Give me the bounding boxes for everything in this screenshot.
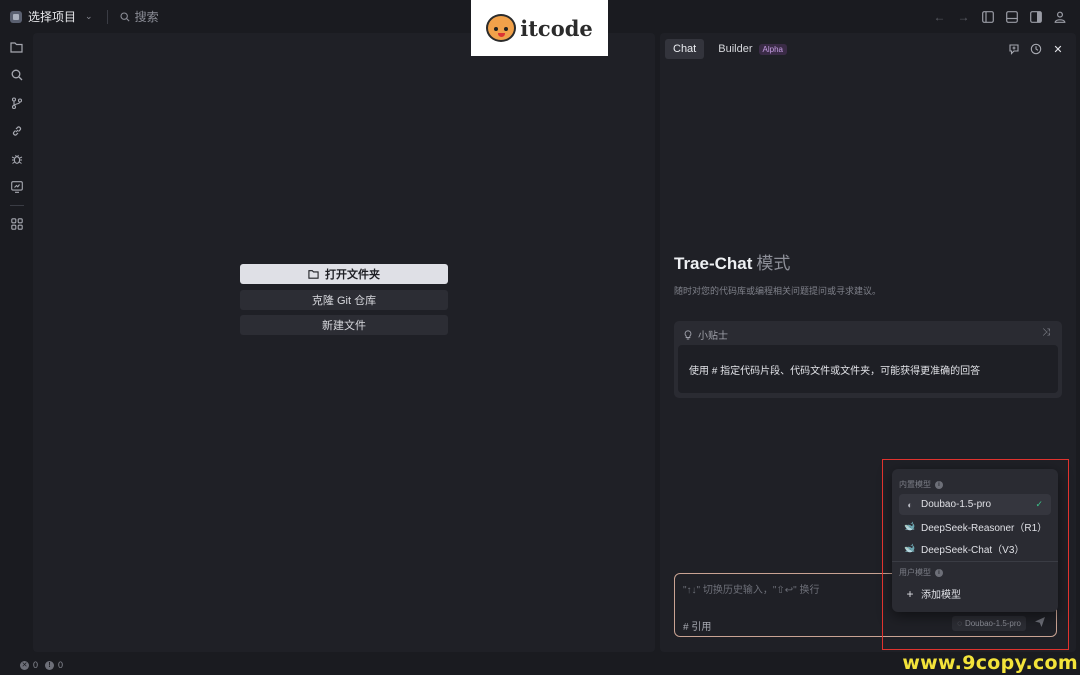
- arrow-back-icon[interactable]: ←: [933, 10, 946, 24]
- logo-text: itcode: [520, 15, 593, 41]
- warning-icon[interactable]: !: [45, 660, 55, 670]
- source-control-icon[interactable]: [0, 89, 33, 117]
- link-icon[interactable]: [0, 117, 33, 145]
- shuffle-icon[interactable]: ⤨: [1042, 327, 1050, 338]
- close-icon[interactable]: ✕: [1052, 43, 1064, 56]
- tab-builder-label: Builder: [718, 43, 753, 55]
- clone-git-label: 克隆 Git 仓库: [311, 295, 377, 307]
- toggle-bottom-panel-icon[interactable]: [1005, 10, 1018, 23]
- open-folder-button[interactable]: 打开文件夹: [240, 264, 448, 284]
- mode-title-suffix: 模式: [756, 254, 791, 273]
- new-file-label: 新建文件: [322, 320, 366, 332]
- chat-input-placeholder: "↑↓" 切换历史输入，"⇧↩" 换行: [683, 585, 820, 596]
- error-icon[interactable]: ✕: [20, 660, 29, 670]
- explorer-icon[interactable]: [0, 33, 33, 61]
- error-count: 0: [33, 660, 39, 670]
- new-chat-icon[interactable]: [1008, 43, 1020, 55]
- activity-divider: [9, 205, 24, 206]
- mode-description: 随时对您的代码库或编程相关问题提问或寻求建议。: [674, 286, 882, 296]
- mascot-icon: [486, 14, 517, 42]
- remote-monitor-icon[interactable]: [0, 173, 33, 201]
- alpha-badge: Alpha: [758, 43, 787, 55]
- extensions-icon[interactable]: [0, 210, 33, 238]
- search-input[interactable]: 搜索: [120, 8, 159, 25]
- account-icon[interactable]: [1053, 10, 1066, 23]
- search-icon: [120, 11, 130, 22]
- folder-icon: [308, 270, 319, 279]
- project-icon: [10, 10, 22, 23]
- mode-title-text: Trae-Chat: [674, 254, 753, 273]
- warning-count: 0: [58, 660, 64, 670]
- watermark: www.9copy.com: [902, 652, 1078, 674]
- toggle-right-panel-icon[interactable]: [1029, 10, 1042, 23]
- tab-chat[interactable]: Chat: [665, 39, 705, 59]
- highlight-frame: [882, 459, 1069, 650]
- chevron-down-icon: ⌄: [85, 11, 93, 21]
- itcode-logo: itcode: [471, 0, 608, 56]
- chat-tabs: Chat Builder Alpha: [665, 39, 795, 59]
- search-placeholder: 搜索: [134, 10, 159, 24]
- open-folder-label: 打开文件夹: [325, 269, 380, 281]
- project-selector[interactable]: 选择项目 ⌄: [10, 8, 93, 25]
- tab-chat-label: Chat: [673, 43, 697, 55]
- activity-bar: [0, 33, 33, 655]
- reference-button[interactable]: # 引用: [683, 618, 711, 633]
- toggle-left-panel-icon[interactable]: [981, 10, 994, 23]
- project-label: 选择项目: [28, 10, 77, 24]
- tips-body: 使用 # 指定代码片段、代码文件或文件夹，可能获得更准确的回答: [678, 345, 1058, 393]
- arrow-forward-icon[interactable]: →: [957, 10, 970, 24]
- new-file-button[interactable]: 新建文件: [240, 315, 448, 335]
- debug-icon[interactable]: [0, 145, 33, 173]
- search-icon[interactable]: [0, 61, 33, 89]
- history-icon[interactable]: [1030, 43, 1042, 55]
- tips-card: 小贴士 ⤨ 使用 # 指定代码片段、代码文件或文件夹，可能获得更准确的回答: [674, 321, 1062, 398]
- editor-area: 打开文件夹 克隆 Git 仓库 新建文件: [33, 33, 655, 652]
- mode-title: Trae-Chat 模式: [674, 249, 790, 274]
- lightbulb-icon: [684, 329, 692, 339]
- tips-header: 小贴士: [698, 331, 728, 342]
- tab-builder[interactable]: Builder Alpha: [710, 39, 795, 59]
- toolbar-divider: [106, 9, 108, 24]
- clone-git-button[interactable]: 克隆 Git 仓库: [240, 290, 448, 310]
